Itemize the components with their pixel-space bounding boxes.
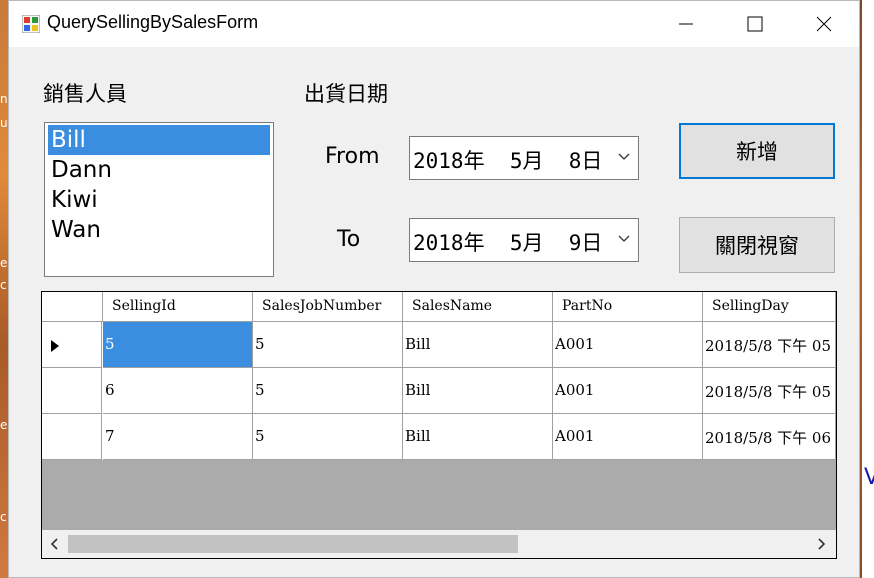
close-view-button[interactable]: 關閉視窗 [679, 217, 835, 273]
desktop-text-fragment: e [0, 256, 8, 270]
to-label: To [337, 227, 361, 252]
row-header[interactable] [42, 414, 102, 460]
table-cell[interactable]: 5 [253, 322, 403, 368]
table-cell[interactable]: 5 [253, 368, 403, 414]
current-row-arrow-icon [51, 340, 59, 352]
maximize-icon [747, 16, 763, 32]
table-cell[interactable]: 5 [253, 414, 403, 460]
desktop-text-fragment: c [0, 278, 7, 292]
desktop-text-fragment: u [0, 116, 8, 130]
minimize-button[interactable] [663, 1, 709, 47]
salesperson-listbox[interactable]: Bill Dann Kiwi Wan [44, 122, 274, 277]
table-cell[interactable]: A001 [553, 368, 703, 414]
listbox-item[interactable]: Kiwi [48, 185, 270, 215]
column-header-sellingday[interactable]: SellingDay [703, 292, 836, 322]
table-row[interactable]: 6 5 Bill A001 2018/5/8 下午 05 [42, 368, 836, 414]
close-icon [816, 16, 832, 32]
desktop-text-fragment: e [0, 418, 8, 432]
row-header[interactable] [42, 368, 102, 414]
desktop-background-right [862, 0, 874, 578]
column-header-salesname[interactable]: SalesName [403, 292, 553, 322]
desktop-text-fragment: V [864, 465, 874, 490]
table-cell[interactable]: 7 [103, 414, 253, 460]
chevron-down-icon[interactable] [618, 152, 630, 162]
listbox-item[interactable]: Dann [48, 155, 270, 185]
column-header-salesjobnumber[interactable]: SalesJobNumber [253, 292, 403, 322]
maximize-button[interactable] [732, 1, 778, 47]
salesperson-label: 銷售人員 [43, 82, 127, 106]
table-cell[interactable]: A001 [553, 322, 703, 368]
add-button[interactable]: 新增 [679, 123, 835, 179]
ship-date-label: 出貨日期 [304, 82, 388, 106]
listbox-item[interactable]: Wan [48, 215, 270, 245]
minimize-icon [679, 23, 693, 25]
table-cell[interactable]: Bill [403, 322, 553, 368]
table-cell[interactable]: 6 [103, 368, 253, 414]
table-cell[interactable]: 2018/5/8 下午 06 [703, 414, 836, 460]
chevron-down-icon[interactable] [618, 234, 630, 244]
app-icon [22, 15, 40, 33]
grid-header-row: SellingId SalesJobNumber SalesName PartN… [42, 292, 836, 322]
table-cell[interactable]: 5 [103, 322, 253, 368]
table-cell[interactable]: Bill [403, 368, 553, 414]
listbox-item[interactable]: Bill [48, 125, 270, 155]
table-cell[interactable]: Bill [403, 414, 553, 460]
to-date-value: 2018年 5月 9日 [413, 231, 603, 255]
column-header-partno[interactable]: PartNo [553, 292, 703, 322]
window-title: QuerySellingBySalesForm [47, 12, 259, 32]
table-row[interactable]: 5 5 Bill A001 2018/5/8 下午 05 [42, 322, 836, 368]
scroll-right-icon[interactable] [818, 538, 826, 550]
query-selling-window: QuerySellingBySalesForm 銷售人員 出貨日期 Bill D… [8, 0, 860, 578]
close-window-button[interactable] [801, 1, 847, 47]
from-label: From [325, 144, 380, 169]
selling-data-grid[interactable]: SellingId SalesJobNumber SalesName PartN… [41, 291, 837, 559]
row-header-corner [42, 292, 103, 322]
desktop-text-fragment: c [0, 510, 7, 524]
table-cell[interactable]: 2018/5/8 下午 05 [703, 368, 836, 414]
title-bar[interactable]: QuerySellingBySalesForm [9, 1, 859, 47]
desktop-text-fragment: n [0, 92, 8, 106]
scroll-left-icon[interactable] [50, 538, 58, 550]
table-cell[interactable]: 2018/5/8 下午 05 [703, 322, 836, 368]
scrollbar-thumb[interactable] [68, 535, 518, 553]
to-date-picker[interactable]: 2018年 5月 9日 [409, 218, 639, 262]
table-row[interactable]: 7 5 Bill A001 2018/5/8 下午 06 [42, 414, 836, 460]
row-header[interactable] [42, 322, 102, 368]
from-date-picker[interactable]: 2018年 5月 8日 [409, 136, 639, 180]
table-cell[interactable]: A001 [553, 414, 703, 460]
from-date-value: 2018年 5月 8日 [413, 149, 603, 173]
column-header-sellingid[interactable]: SellingId [103, 292, 253, 322]
horizontal-scrollbar[interactable] [42, 530, 836, 558]
